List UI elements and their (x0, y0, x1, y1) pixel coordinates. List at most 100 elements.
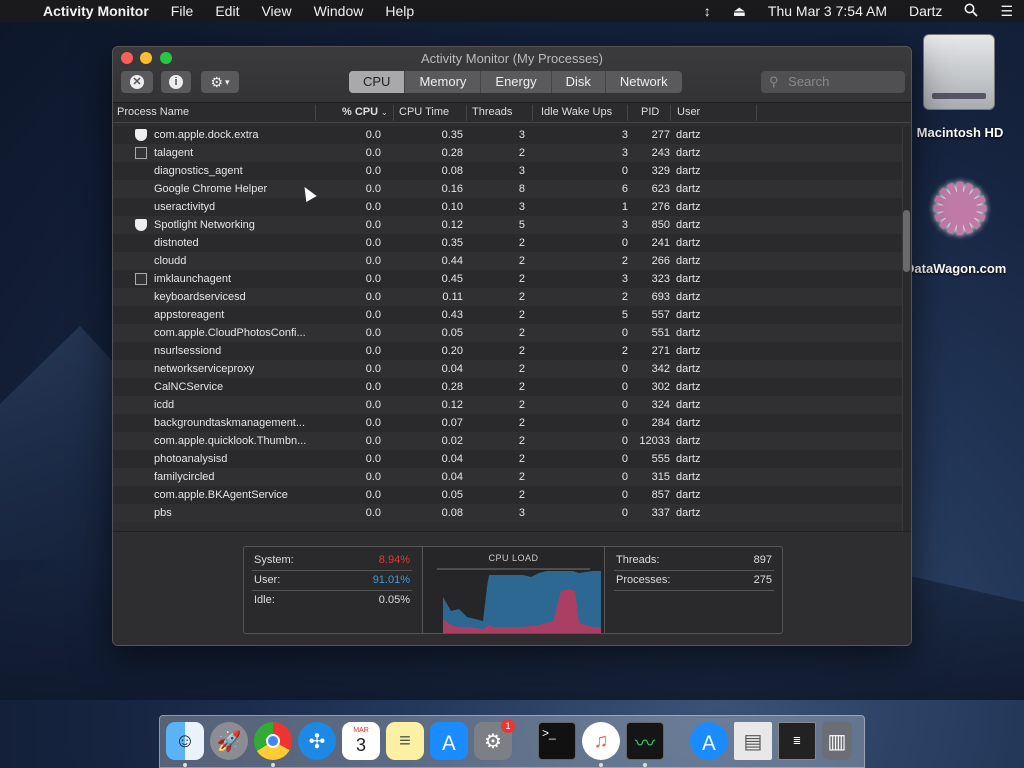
col-process-name[interactable]: Process Name (117, 106, 189, 118)
cpu-time: 0.28 (441, 147, 463, 159)
pid: 276 (651, 201, 670, 213)
trash-icon[interactable]: ▥ (822, 722, 852, 760)
col-user[interactable]: User (677, 106, 700, 118)
running-indicator (183, 763, 187, 767)
process-name: distnoted (154, 237, 199, 249)
tab-disk[interactable]: Disk (552, 71, 606, 93)
stat-processes-value: 275 (753, 574, 772, 586)
notification-center-icon[interactable]: ☰ (989, 3, 1024, 20)
user: dartz (676, 507, 701, 519)
table-row[interactable]: talagent 0.0 0.28 2 3 243 dartz (113, 144, 903, 162)
pid: 266 (651, 255, 670, 267)
macintosh-hd-icon[interactable] (923, 34, 995, 110)
itunes-icon[interactable]: ♫ (582, 722, 620, 760)
pid: 693 (651, 291, 670, 303)
table-row[interactable]: cloudd 0.0 0.44 2 2 266 dartz (113, 252, 903, 270)
table-row[interactable]: distnoted 0.0 0.35 2 0 241 dartz (113, 234, 903, 252)
eject-icon[interactable]: ⏏ (722, 3, 757, 20)
idle-wake-ups: 3 (621, 129, 628, 141)
cpu-percent: 0.0 (365, 507, 381, 519)
table-row[interactable]: icdd 0.0 0.12 2 0 324 dartz (113, 396, 903, 414)
calendar-icon[interactable]: MAR 3 (342, 722, 380, 760)
table-row[interactable]: appstoreagent 0.0 0.43 2 5 557 dartz (113, 306, 903, 324)
tab-cpu[interactable]: CPU (349, 71, 406, 93)
user: dartz (676, 165, 701, 177)
table-row[interactable]: networkserviceproxy 0.0 0.04 2 0 342 dartz (113, 360, 903, 378)
menu-edit[interactable]: Edit (204, 3, 250, 19)
col-cpu-time[interactable]: CPU Time (399, 106, 449, 118)
table-row[interactable]: pbs 0.0 0.08 3 0 337 dartz (113, 504, 903, 522)
process-name: pbs (154, 507, 172, 519)
notes-icon[interactable]: ≡ (386, 722, 424, 760)
launchpad-icon[interactable]: 🚀 (210, 722, 248, 760)
cpu-load-graph: CPU LOAD (422, 547, 605, 633)
terminal-icon[interactable]: >_ (538, 722, 576, 760)
finder-icon[interactable]: ☺ (166, 722, 204, 760)
app-store-downloads-icon[interactable]: Ａ (690, 722, 728, 760)
idle-wake-ups: 0 (621, 381, 628, 393)
tab-memory[interactable]: Memory (405, 71, 482, 93)
table-row[interactable]: familycircled 0.0 0.04 2 0 315 dartz (113, 468, 903, 486)
table-row[interactable]: Spotlight Networking 0.0 0.12 5 3 850 dartz (113, 216, 903, 234)
app-store-icon[interactable]: Ａ (430, 722, 468, 760)
table-row[interactable]: imklaunchagent 0.0 0.45 2 3 323 dartz (113, 270, 903, 288)
table-row[interactable]: nsurlsessiond 0.0 0.20 2 2 271 dartz (113, 342, 903, 360)
tab-energy[interactable]: Energy (481, 71, 552, 93)
table-row[interactable]: useractivityd 0.0 0.10 3 1 276 dartz (113, 198, 903, 216)
safari-icon[interactable]: ✣ (298, 722, 336, 760)
table-row[interactable]: com.apple.CloudPhotosConfi... 0.0 0.05 2 0 55… (113, 324, 903, 342)
tab-network[interactable]: Network (606, 71, 682, 93)
idle-wake-ups: 2 (621, 255, 628, 267)
menu-window[interactable]: Window (303, 3, 375, 19)
inspect-process-button[interactable]: i (161, 71, 191, 93)
macintosh-hd-label[interactable]: Macintosh HD (905, 125, 1015, 140)
col-threads[interactable]: Threads (472, 106, 512, 118)
table-row[interactable]: backgroundtaskmanagement... 0.0 0.07 2 0 284 d… (113, 414, 903, 432)
column-divider (670, 105, 671, 121)
table-row[interactable]: com.apple.quicklook.Thumbn... 0.0 0.02 2 0 12… (113, 432, 903, 450)
process-name: talagent (154, 147, 194, 159)
table-row[interactable]: CalNCService 0.0 0.28 2 0 302 dartz (113, 378, 903, 396)
col-cpu-percent[interactable]: % CPU (342, 106, 378, 118)
cpu-time: 0.04 (441, 363, 463, 375)
menu-view[interactable]: View (250, 3, 302, 19)
user: dartz (676, 255, 701, 267)
cpu-percent: 0.0 (365, 183, 381, 195)
datawagon-label[interactable]: DataWagon.com (905, 261, 1024, 276)
idle-wake-ups: 2 (621, 345, 628, 357)
table-row[interactable]: Google Chrome Helper 0.0 0.16 8 6 623 dartz (113, 180, 903, 198)
datawagon-star-icon[interactable]: ✺ (918, 168, 1002, 252)
spotlight-search-icon[interactable] (953, 3, 989, 20)
arrows-updown-icon[interactable]: ↕ (693, 3, 722, 19)
threads-count: 2 (518, 273, 525, 285)
scrollbar-thumb[interactable] (903, 210, 910, 272)
menu-file[interactable]: File (160, 3, 205, 19)
gear-menu-button[interactable]: ⚙ ▾ (201, 71, 239, 93)
chrome-icon[interactable] (254, 722, 292, 760)
table-row[interactable]: keyboardservicesd 0.0 0.11 2 2 693 dartz (113, 288, 903, 306)
activity-monitor-icon[interactable]: 〰 (626, 722, 664, 760)
threads-count: 5 (518, 219, 525, 231)
terminal-window-icon[interactable]: ≣ (778, 722, 816, 760)
scrollbar-track[interactable] (902, 127, 911, 531)
table-row[interactable]: diagnostics_agent 0.0 0.08 3 0 329 dartz (113, 162, 903, 180)
activity-monitor-window: Activity Monitor (My Processes) ✕ i ⚙ ▾ C… (112, 46, 912, 646)
cpu-time: 0.35 (441, 129, 463, 141)
menu-app-name[interactable]: Activity Monitor (32, 3, 160, 19)
search-field[interactable]: ⚲ Search (761, 71, 905, 93)
cpu-time: 0.10 (441, 201, 463, 213)
table-row[interactable]: photoanalysisd 0.0 0.04 2 0 555 dartz (113, 450, 903, 468)
stop-process-button[interactable]: ✕ (121, 71, 153, 93)
col-pid[interactable]: PID (641, 106, 659, 118)
file-icon[interactable]: ▤ (734, 722, 772, 760)
threads-count: 3 (518, 165, 525, 177)
menu-help[interactable]: Help (374, 3, 425, 19)
menu-clock[interactable]: Thu Mar 3 7:54 AM (757, 3, 898, 19)
table-row[interactable]: com.apple.BKAgentService 0.0 0.05 2 0 857 dart… (113, 486, 903, 504)
idle-wake-ups: 5 (621, 309, 628, 321)
stat-processes-label: Processes: (616, 574, 671, 586)
table-row[interactable]: com.apple.dock.extra 0.0 0.35 3 3 277 dartz (113, 126, 903, 144)
col-idle-wake-ups[interactable]: Idle Wake Ups (541, 106, 612, 118)
threads-count: 8 (518, 183, 525, 195)
menu-user[interactable]: Dartz (898, 3, 953, 19)
